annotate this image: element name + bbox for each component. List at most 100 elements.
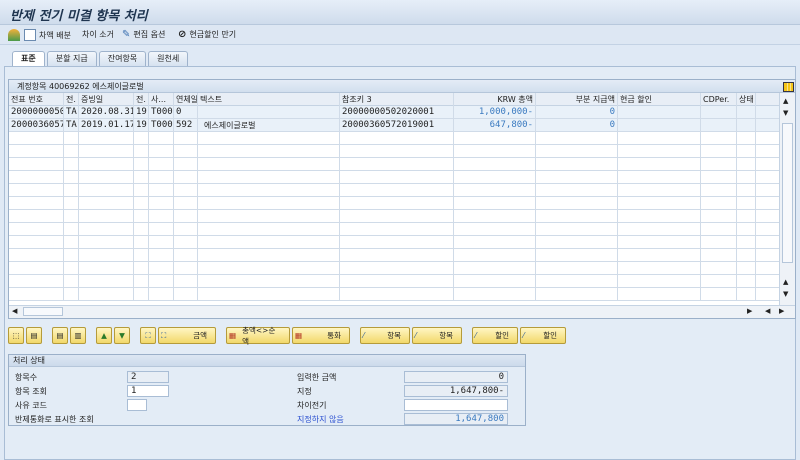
cell-days-overdue	[174, 223, 198, 236]
scroll-up-icon[interactable]: ▲	[783, 97, 788, 105]
cell-doc-number	[9, 171, 64, 184]
cell-cd-percent	[701, 288, 737, 301]
wand-icon: ⁄	[523, 331, 525, 340]
cell-doc-type	[64, 197, 79, 210]
doc-icon: ▤	[56, 331, 64, 340]
deactivate-discount-button[interactable]: ⁄ 할인	[520, 327, 566, 344]
column-header-doc-date[interactable]: 증빙일	[79, 93, 134, 106]
column-header-krw-amount[interactable]: KRW 총액	[454, 93, 536, 106]
column-header-fiscal-period[interactable]: 전.	[134, 93, 149, 106]
column-header-partial-payment[interactable]: 부분 지급액	[536, 93, 618, 106]
deselect-icon: ▤	[30, 331, 38, 340]
activate-discount-button[interactable]: ⁄ 할인	[472, 327, 518, 344]
processing-status-group: 처리 상태 항목수 2 항목 조회 1 사유 코드 반제통화로 표시한 조회 입…	[8, 354, 526, 426]
difference-input[interactable]	[404, 399, 508, 411]
cell-partial-payment	[536, 171, 618, 184]
distribute-button[interactable]: 차액 배분	[24, 29, 71, 41]
cell-reference-key-3	[340, 197, 454, 210]
cell-cd-percent	[701, 184, 737, 197]
tab-residual[interactable]: 잔여항목	[98, 51, 147, 66]
deactivate-items-button[interactable]: ▥	[70, 327, 86, 344]
cell-status	[737, 236, 756, 249]
cash-discount-button[interactable]: ⊘ 현금할인 만기	[178, 29, 236, 40]
chart-button[interactable]	[8, 29, 20, 41]
horizontal-scrollbar[interactable]: ◀ ▶ ◀ ▶	[9, 305, 795, 318]
tab-installment[interactable]: 분할 지급	[46, 51, 97, 66]
tab-withholding-tax[interactable]: 원천세	[148, 51, 189, 66]
column-header-status[interactable]: 상태	[737, 93, 756, 106]
empty-row[interactable]	[9, 288, 779, 301]
table-row[interactable]: 2000036057 TA 2019.01.17 19 T000 592 에스제이글로벌 20…	[9, 119, 779, 132]
cell-days-overdue	[174, 210, 198, 223]
column-header-cd-percent[interactable]: CDPer.	[701, 93, 737, 106]
cell-partial-payment	[536, 184, 618, 197]
edit-options-button[interactable]: ✎ 편집 옵션	[122, 29, 165, 40]
empty-row[interactable]	[9, 262, 779, 275]
reason-code-input[interactable]	[127, 399, 147, 411]
item-count-label: 항목수	[15, 373, 38, 382]
cell-partial-payment	[536, 236, 618, 249]
tab-standard[interactable]: 표준	[12, 51, 45, 66]
activate-item-button[interactable]: ⁄ 항목	[360, 327, 410, 344]
scroll-down-icon[interactable]: ▼	[783, 290, 788, 298]
scroll-down-icon[interactable]: ▼	[783, 109, 788, 117]
cell-krw-amount	[454, 145, 536, 158]
no-icon: ⊘	[178, 29, 187, 40]
activate-items-button[interactable]: ▤	[52, 327, 68, 344]
clear-difference-button[interactable]: 차이 소거	[82, 29, 114, 40]
select-all-button[interactable]: ⬚	[8, 327, 24, 344]
empty-row[interactable]	[9, 275, 779, 288]
deactivate-item-button[interactable]: ⁄ 항목	[412, 327, 462, 344]
empty-row[interactable]	[9, 197, 779, 210]
cell-business-area	[149, 197, 174, 210]
column-header-business-area[interactable]: 사...	[149, 93, 174, 106]
sort-button[interactable]: ▲	[96, 327, 112, 344]
cell-cash-discount	[618, 132, 701, 145]
empty-row[interactable]	[9, 145, 779, 158]
scroll-thumb[interactable]	[23, 307, 63, 316]
column-header-doc-number[interactable]: 전표 번호	[9, 93, 64, 106]
column-settings-icon[interactable]	[783, 82, 794, 92]
empty-row[interactable]	[9, 171, 779, 184]
column-header-doc-type[interactable]: 전.	[64, 93, 79, 106]
scroll-right-icon[interactable]: ▶	[747, 307, 752, 315]
column-header-days-overdue[interactable]: 연체일	[174, 93, 198, 106]
cell-business-area	[149, 262, 174, 275]
cell-text	[198, 132, 340, 145]
item-view-input[interactable]: 1	[127, 385, 169, 397]
column-header-text[interactable]: 텍스트	[198, 93, 340, 106]
deselect-button[interactable]: ▤	[26, 327, 42, 344]
cell-business-area	[149, 275, 174, 288]
scroll-left-icon[interactable]: ◀	[765, 307, 770, 315]
empty-row[interactable]	[9, 223, 779, 236]
find-amount-button[interactable]: ⛶ 금액	[158, 327, 216, 344]
cell-cash-discount	[618, 197, 701, 210]
cell-doc-date	[79, 236, 134, 249]
scroll-left-icon[interactable]: ◀	[12, 307, 17, 315]
empty-row[interactable]	[9, 158, 779, 171]
column-header-cash-discount[interactable]: 현금 할인	[618, 93, 701, 106]
empty-row[interactable]	[9, 132, 779, 145]
empty-row[interactable]	[9, 236, 779, 249]
find-button[interactable]: ⛶	[140, 327, 156, 344]
cell-krw-amount	[454, 132, 536, 145]
scroll-thumb[interactable]	[782, 123, 793, 263]
cell-status	[737, 119, 756, 132]
scroll-right-icon[interactable]: ▶	[779, 307, 784, 315]
cell-status	[737, 288, 756, 301]
empty-row[interactable]	[9, 210, 779, 223]
currency-button[interactable]: ▦ 통화	[292, 327, 350, 344]
empty-row[interactable]	[9, 249, 779, 262]
column-header-reference-key-3[interactable]: 참조키 3	[340, 93, 454, 106]
empty-row[interactable]	[9, 184, 779, 197]
cell-cash-discount	[618, 210, 701, 223]
cell-doc-type	[64, 210, 79, 223]
vertical-scrollbar[interactable]: ▲ ▼ ▲ ▼	[779, 82, 795, 305]
cell-reference-key-3	[340, 184, 454, 197]
scroll-up-icon[interactable]: ▲	[783, 278, 788, 286]
cell-doc-number	[9, 223, 64, 236]
table-row[interactable]: 2000000050 TA 2020.08.31 19 T000 0 20000000502…	[9, 106, 779, 119]
filter-button[interactable]: ▼	[114, 327, 130, 344]
gross-net-button[interactable]: ▦ 총액<>순액	[226, 326, 290, 346]
cell-doc-type	[64, 236, 79, 249]
